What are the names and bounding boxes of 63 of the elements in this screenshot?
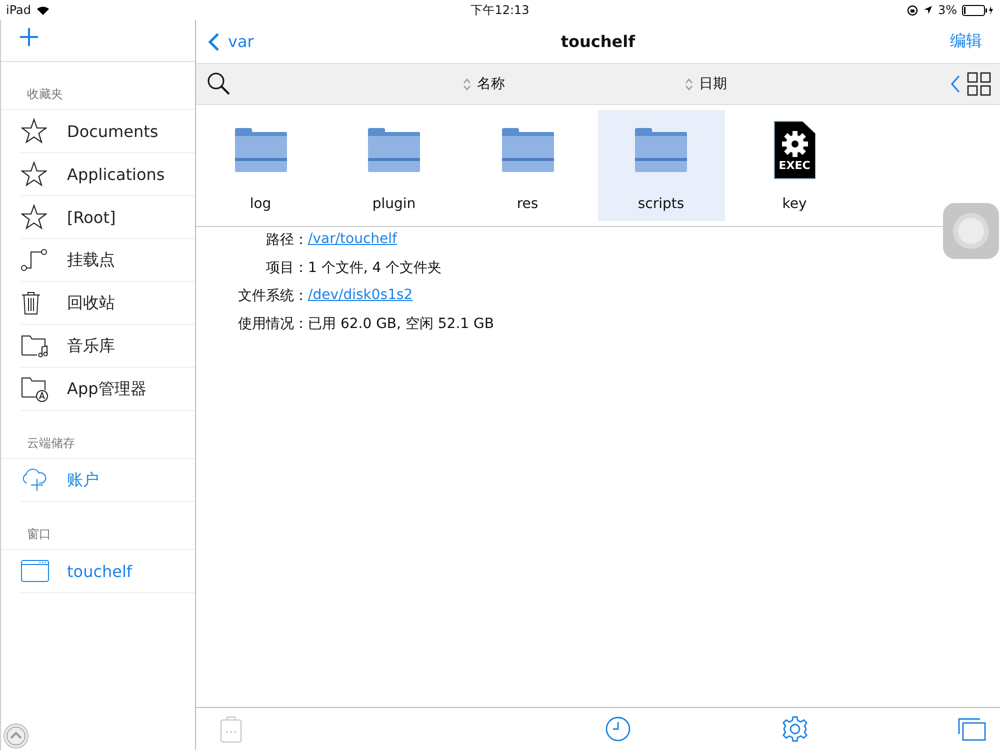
sidebar-item[interactable]: 挂载点 — [67, 250, 115, 270]
back-button[interactable]: var — [208, 32, 254, 52]
search-icon[interactable] — [207, 72, 231, 96]
info-value: 1 个文件, 4 个文件夹 — [308, 259, 443, 277]
folder-icon — [500, 127, 554, 173]
section-heading: 云端储存 — [26, 435, 76, 452]
app-folder-icon — [21, 376, 49, 402]
scroll-up-icon[interactable] — [3, 723, 29, 749]
info-label: 项目： — [265, 259, 308, 277]
sort-arrows-icon — [463, 78, 471, 90]
sidebar-item[interactable]: 音乐库 — [67, 336, 115, 356]
info-value: 已用 62.0 GB, 空闲 52.1 GB — [308, 315, 494, 333]
folder-icon — [634, 127, 688, 173]
info-label: 路径： — [265, 231, 308, 249]
sidebar-item[interactable]: [Root] — [67, 208, 116, 226]
music-folder-icon — [21, 334, 49, 358]
file-tile[interactable]: plugin — [330, 110, 458, 221]
windows-icon[interactable] — [958, 717, 986, 741]
sidebar-item[interactable]: App管理器 — [67, 378, 146, 400]
add-icon[interactable] — [20, 28, 38, 46]
section-heading: 窗口 — [26, 526, 52, 543]
info-link[interactable]: /var/touchelf — [308, 231, 494, 249]
device-name: iPad — [6, 3, 32, 17]
info-label: 使用情况： — [237, 315, 308, 333]
window-icon — [21, 560, 49, 582]
battery-percent: 3% — [938, 3, 957, 17]
wifi-icon — [36, 4, 50, 16]
sort-button[interactable]: 日期 — [685, 75, 727, 93]
executable-file-icon: EXEC — [774, 121, 816, 179]
back-chevron-icon — [208, 32, 220, 52]
file-tile[interactable]: res — [464, 110, 591, 221]
star-icon — [21, 118, 47, 144]
sidebar-item[interactable]: Documents — [67, 122, 158, 140]
folder-icon — [234, 127, 288, 173]
info-label: 文件系统： — [237, 287, 308, 305]
file-tile[interactable]: log — [197, 110, 324, 221]
settings-icon[interactable] — [780, 715, 809, 743]
path-nodes-icon — [21, 249, 47, 271]
sidebar-item[interactable]: Applications — [67, 164, 165, 184]
star-icon — [21, 161, 47, 187]
sort-button[interactable]: 名称 — [463, 75, 505, 93]
battery-icon — [962, 4, 994, 16]
chevron-left-icon[interactable] — [951, 75, 961, 93]
file-tile[interactable]: scripts — [598, 110, 724, 221]
clipboard-icon[interactable] — [220, 715, 242, 743]
cloud-add-icon — [21, 468, 49, 492]
section-heading: 收藏夹 — [26, 86, 64, 103]
edit-button[interactable]: 编辑 — [950, 31, 982, 52]
folder-icon — [367, 127, 421, 173]
grid-view-icon[interactable] — [967, 72, 991, 96]
clock-icon[interactable] — [605, 716, 632, 742]
info-link[interactable]: /dev/disk0s1s2 — [308, 287, 494, 305]
star-icon — [21, 204, 47, 230]
sort-arrows-icon — [685, 78, 693, 90]
trash-icon — [21, 291, 41, 315]
window-title: touchelf — [560, 32, 636, 51]
sidebar-item[interactable]: touchelf — [67, 562, 132, 580]
location-arrow-icon — [922, 5, 933, 15]
rotation-lock-icon — [906, 4, 918, 16]
sidebar-item[interactable]: 回收站 — [67, 292, 115, 314]
clock-time: 下午12:13 — [470, 2, 530, 18]
sidebar-item[interactable]: 账户 — [67, 470, 99, 490]
file-tile[interactable]: EXEC key — [731, 110, 858, 221]
